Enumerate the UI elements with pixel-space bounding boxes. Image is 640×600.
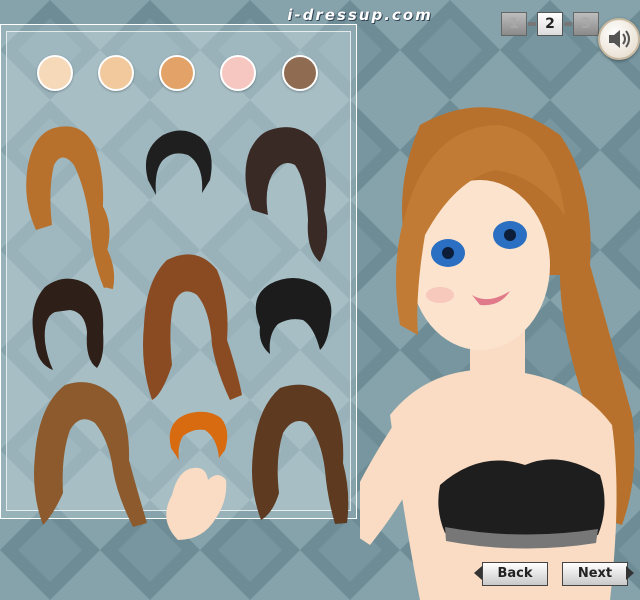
skin-tone-swatch-1[interactable] — [37, 55, 73, 91]
hairstyle-option-6[interactable] — [248, 272, 338, 357]
sound-toggle-button[interactable] — [598, 18, 640, 60]
back-arrow-icon[interactable] — [474, 566, 482, 580]
doll-hand — [166, 467, 227, 540]
tab-divider — [564, 22, 572, 26]
doll-blush — [426, 287, 454, 303]
hairstyle-option-2[interactable] — [138, 125, 218, 200]
page-tab-3[interactable]: 3 — [573, 12, 599, 36]
back-button[interactable]: Back — [482, 562, 548, 586]
page-selector: 1 2 3 — [500, 12, 600, 36]
doll-character — [360, 107, 635, 600]
hairstyle-option-7[interactable] — [25, 375, 150, 530]
hairstyle-option-9[interactable] — [245, 378, 355, 528]
page-tab-2[interactable]: 2 — [537, 12, 563, 36]
hairstyle-option-3[interactable] — [240, 120, 335, 265]
next-button[interactable]: Next — [562, 562, 628, 586]
next-arrow-icon[interactable] — [626, 566, 634, 580]
skin-tone-swatch-2[interactable] — [98, 55, 134, 91]
skin-tone-swatch-3[interactable] — [159, 55, 195, 91]
hairstyle-option-1[interactable] — [14, 120, 124, 290]
doll-top — [438, 459, 605, 540]
page-tab-1[interactable]: 1 — [501, 12, 527, 36]
skin-tone-swatch-5[interactable] — [282, 55, 318, 91]
speaker-icon — [609, 30, 630, 48]
tab-divider — [528, 22, 536, 26]
skin-tone-swatch-4[interactable] — [220, 55, 256, 91]
hairstyle-option-4[interactable] — [25, 272, 110, 372]
